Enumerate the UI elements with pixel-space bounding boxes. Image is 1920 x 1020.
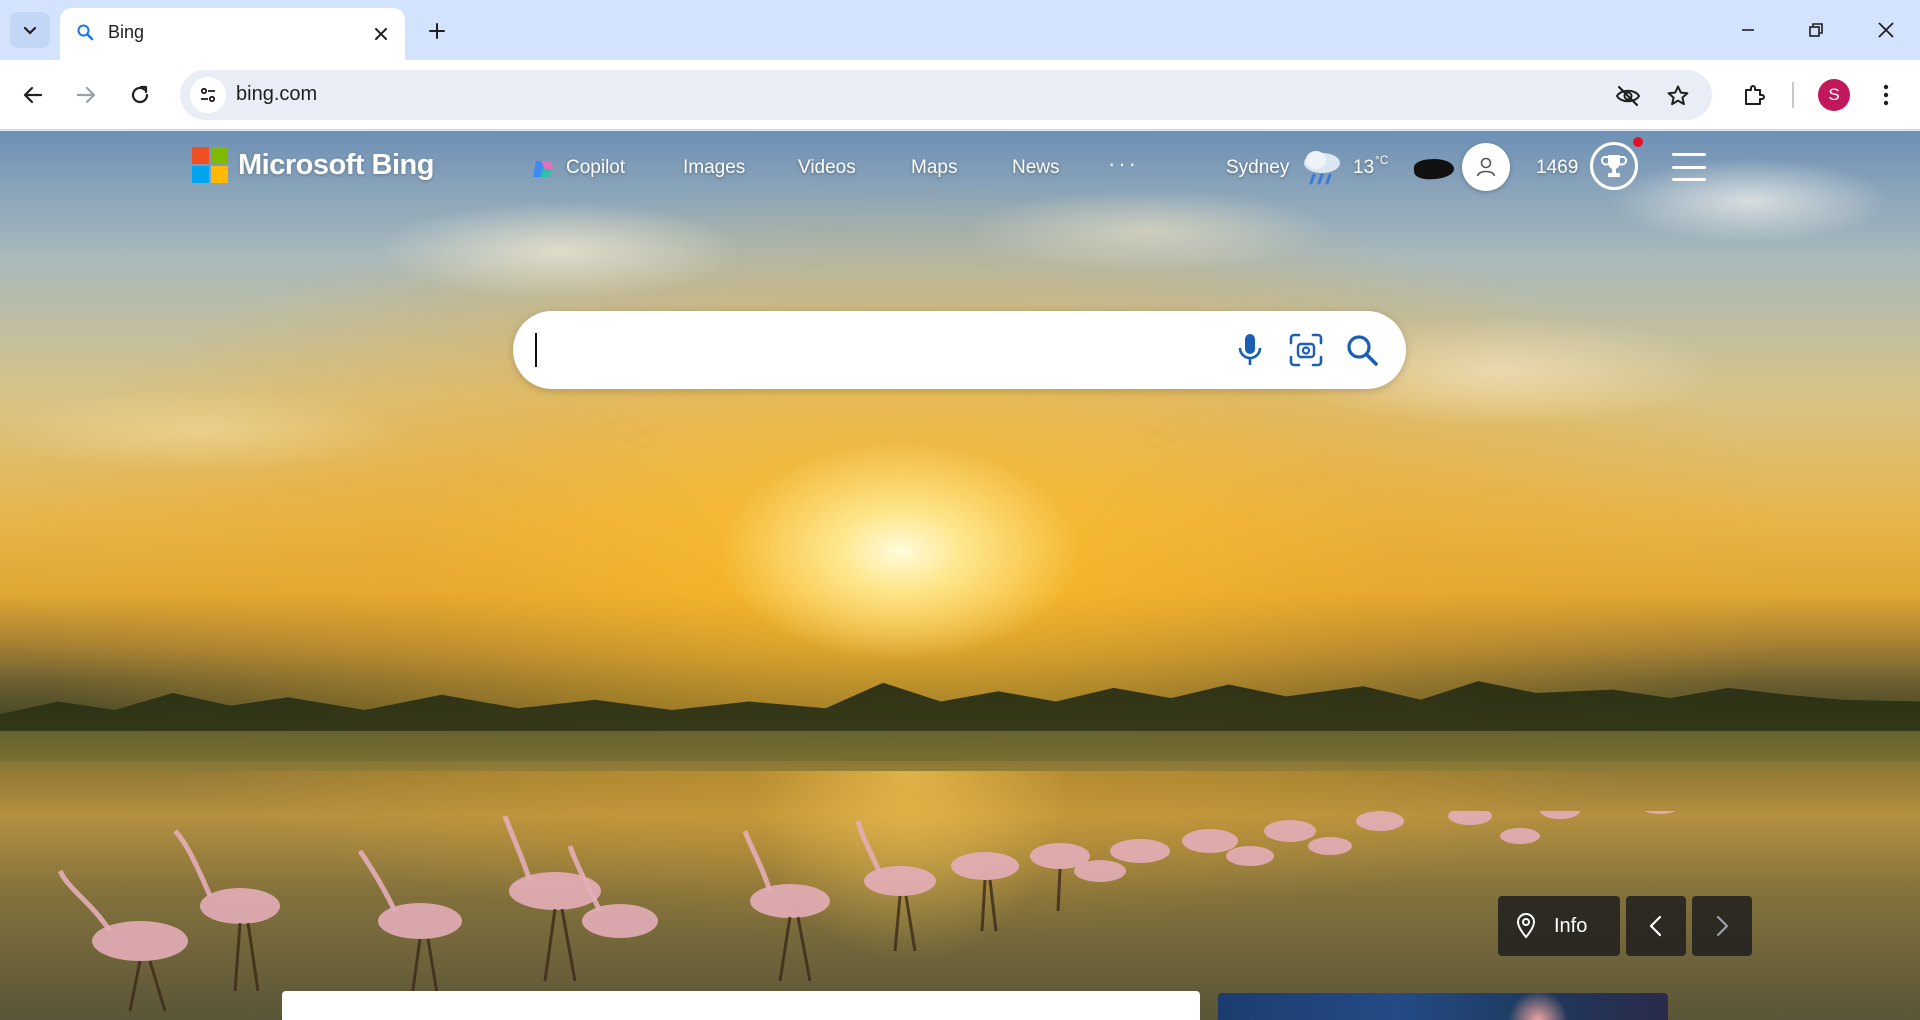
microphone-icon — [1238, 334, 1262, 365]
search-box[interactable] — [513, 311, 1406, 389]
nav-copilot[interactable]: Copilot — [566, 157, 625, 179]
hamburger-line — [1672, 153, 1706, 156]
location-pin-icon — [1516, 913, 1536, 939]
nav-images[interactable]: Images — [683, 157, 745, 179]
url-text[interactable]: bing.com — [236, 83, 317, 106]
next-image-button[interactable] — [1692, 896, 1752, 956]
browser-tab[interactable]: Bing — [60, 8, 405, 60]
hamburger-line — [1672, 165, 1706, 169]
bing-homepage: Microsoft Bing Copilot Images Videos Map… — [0, 131, 1920, 1020]
close-icon — [375, 28, 387, 40]
feed-image-card[interactable] — [1218, 993, 1668, 1020]
bing-logo-text: Microsoft Bing — [238, 148, 435, 181]
tab-search-button[interactable] — [10, 12, 50, 48]
tab-title: Bing — [108, 22, 145, 42]
copilot-icon — [533, 161, 553, 177]
chevron-down-icon — [23, 26, 37, 35]
profile-avatar[interactable]: S — [1818, 79, 1850, 111]
previous-image-button[interactable] — [1626, 896, 1686, 956]
rewards-notification-dot — [1633, 137, 1643, 147]
chevron-left-icon — [1649, 915, 1662, 937]
back-button[interactable] — [15, 77, 51, 113]
user-icon — [1476, 157, 1496, 177]
bookmark-button[interactable] — [1664, 82, 1692, 110]
hamburger-line — [1672, 178, 1706, 181]
puzzle-icon — [1745, 85, 1765, 105]
new-tab-button[interactable] — [420, 16, 454, 46]
arrow-right-icon — [76, 86, 96, 104]
image-info-button[interactable]: Info — [1498, 896, 1620, 956]
tab-strip: Bing — [0, 0, 1920, 60]
temperature-unit: °C — [1375, 153, 1389, 167]
trophy-icon — [1601, 155, 1627, 177]
nav-news[interactable]: News — [1012, 157, 1060, 179]
settings-menu-button[interactable] — [1672, 153, 1706, 181]
extensions-button[interactable] — [1736, 77, 1772, 113]
minimize-button[interactable] — [1728, 10, 1768, 50]
rewards-button[interactable] — [1590, 142, 1638, 190]
close-icon — [1878, 22, 1894, 38]
minimize-icon — [1742, 29, 1754, 31]
nav-videos[interactable]: Videos — [798, 157, 856, 179]
voice-search-button[interactable] — [1229, 329, 1271, 371]
feed-card[interactable] — [282, 991, 1200, 1020]
browser-toolbar: bing.com S — [0, 60, 1920, 130]
visual-search-button[interactable] — [1285, 329, 1327, 371]
reed-bank — [0, 731, 1920, 771]
nav-maps[interactable]: Maps — [911, 157, 957, 179]
restore-button[interactable] — [1796, 10, 1836, 50]
restore-icon — [1809, 23, 1823, 37]
reload-icon — [131, 85, 149, 104]
star-icon — [1667, 85, 1689, 106]
plus-icon — [429, 23, 445, 39]
rewards-points[interactable]: 1469 — [1536, 157, 1578, 179]
tab-close-button[interactable] — [369, 22, 393, 46]
toolbar-separator — [1792, 82, 1794, 108]
chevron-right-icon — [1716, 915, 1729, 937]
bing-logo[interactable]: Microsoft Bing — [192, 147, 435, 183]
reload-button[interactable] — [122, 77, 158, 113]
arrow-left-icon — [23, 86, 43, 104]
text-caret — [535, 333, 537, 367]
camera-scan-icon — [1289, 333, 1323, 367]
browser-menu-button[interactable] — [1868, 77, 1904, 113]
weather-temperature[interactable]: 13 — [1353, 157, 1374, 179]
more-vert-icon — [1883, 84, 1889, 106]
tracking-protection-button[interactable] — [1614, 82, 1642, 110]
eye-off-icon — [1615, 85, 1641, 107]
account-avatar[interactable] — [1462, 143, 1510, 191]
tune-icon — [200, 87, 216, 103]
cloud-rain-icon — [1304, 151, 1340, 185]
forward-button[interactable] — [68, 77, 104, 113]
image-info-label: Info — [1554, 914, 1588, 937]
window-close-button[interactable] — [1866, 10, 1906, 50]
search-icon — [1347, 335, 1378, 366]
microsoft-logo-icon — [192, 147, 228, 183]
site-info-button[interactable] — [190, 77, 226, 113]
search-submit-button[interactable] — [1341, 329, 1383, 371]
search-icon — [77, 24, 94, 41]
address-bar[interactable]: bing.com — [180, 70, 1712, 120]
nav-more-button[interactable]: ··· — [1108, 151, 1139, 177]
weather-location[interactable]: Sydney — [1226, 157, 1289, 179]
